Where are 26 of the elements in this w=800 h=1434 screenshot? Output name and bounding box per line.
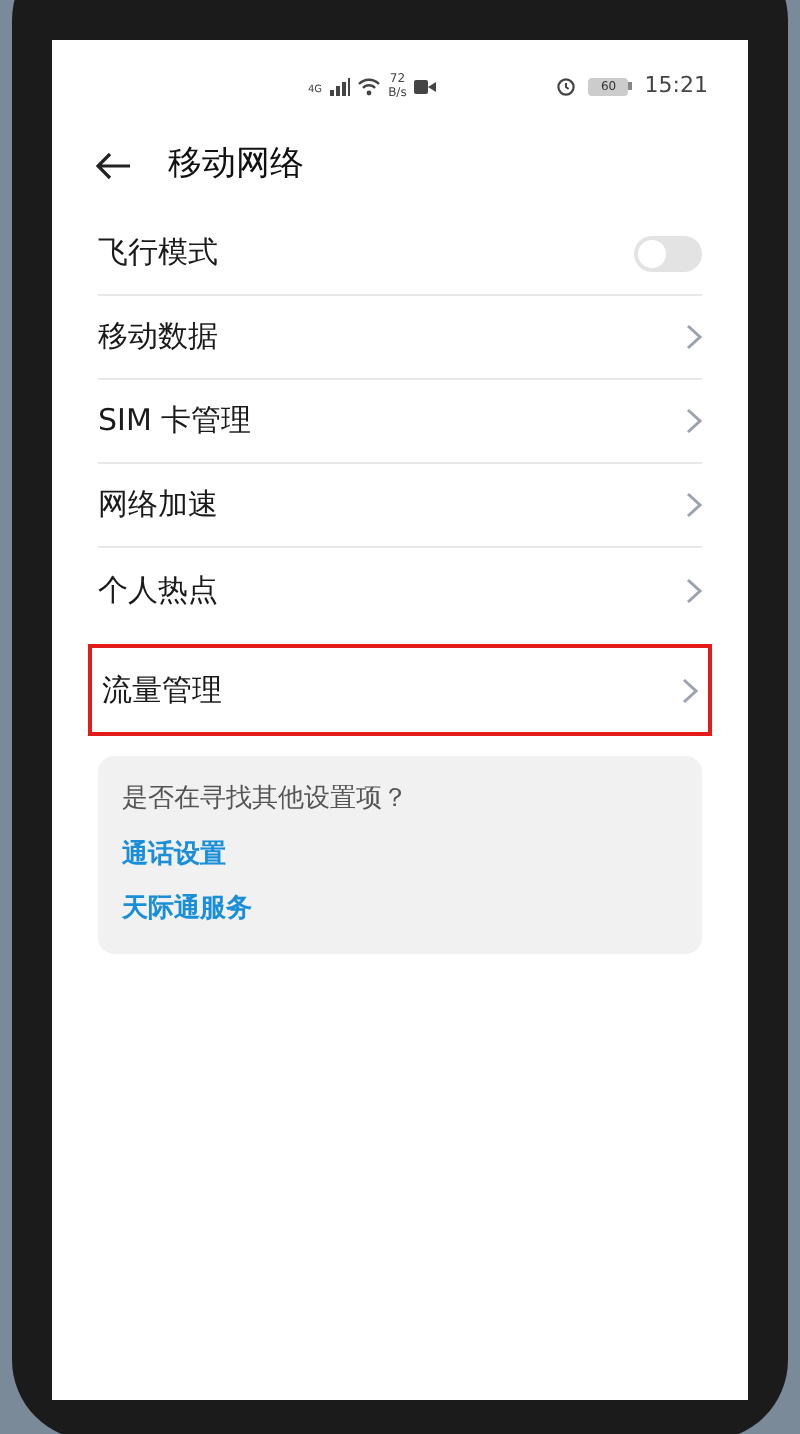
back-arrow-icon[interactable] <box>96 152 132 180</box>
setting-label: 移动数据 <box>98 316 218 359</box>
settings-row[interactable]: 流量管理 <box>88 644 712 736</box>
settings-row[interactable]: 飞行模式 <box>98 212 702 296</box>
setting-label: 飞行模式 <box>98 232 218 275</box>
chevron-right-icon <box>682 677 698 703</box>
suggestion-question: 是否在寻找其他设置项？ <box>122 782 410 818</box>
chevron-right-icon <box>686 408 702 434</box>
settings-row[interactable]: 个人热点 <box>98 548 702 632</box>
page-title: 移动网络 <box>168 142 304 189</box>
setting-label: 个人热点 <box>98 569 218 612</box>
toggle-switch[interactable] <box>634 235 702 271</box>
setting-label: 网络加速 <box>98 484 218 527</box>
alarm-clock-icon <box>556 76 577 96</box>
setting-label: SIM 卡管理 <box>98 400 252 443</box>
signal-icon <box>330 77 351 95</box>
settings-row[interactable]: 网络加速 <box>98 464 702 548</box>
chevron-right-icon <box>686 577 702 603</box>
chevron-right-icon <box>686 492 702 518</box>
wifi-icon <box>358 77 381 95</box>
settings-row[interactable]: 移动数据 <box>98 296 702 380</box>
status-time: 15:21 <box>644 69 708 102</box>
chevron-right-icon <box>686 324 702 350</box>
video-camera-icon <box>414 79 437 93</box>
setting-label: 流量管理 <box>102 669 222 712</box>
settings-row[interactable]: SIM 卡管理 <box>98 380 702 464</box>
